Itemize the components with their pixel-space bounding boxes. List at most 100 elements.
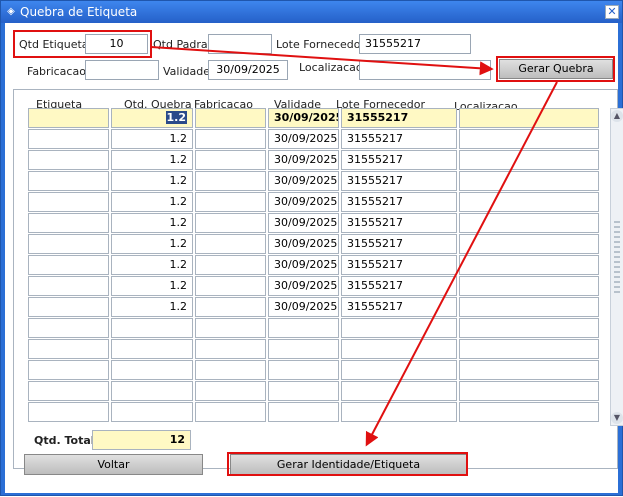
gerar-quebra-button[interactable]: Gerar Quebra xyxy=(499,59,613,79)
cell-validade[interactable]: 30/09/2025 xyxy=(268,108,339,128)
cell-validade[interactable] xyxy=(268,318,339,338)
close-icon[interactable]: ✕ xyxy=(605,5,619,19)
cell-fabricacao[interactable] xyxy=(195,276,266,296)
cell-validade[interactable]: 30/09/2025 xyxy=(268,297,339,317)
cell-lote-fornecedor[interactable]: 31555217 xyxy=(341,192,457,212)
cell-fabricacao[interactable] xyxy=(195,129,266,149)
cell-etiqueta[interactable] xyxy=(28,318,109,338)
cell-fabricacao[interactable] xyxy=(195,150,266,170)
scroll-up-icon[interactable]: ▲ xyxy=(611,110,623,122)
cell-localizacao[interactable] xyxy=(459,318,599,338)
cell-qtd-quebra[interactable]: 1.2 xyxy=(111,171,193,191)
cell-localizacao[interactable] xyxy=(459,276,599,296)
cell-qtd-quebra[interactable]: 1.2 xyxy=(111,255,193,275)
cell-fabricacao[interactable] xyxy=(195,297,266,317)
cell-qtd-quebra[interactable]: 1.2 xyxy=(111,150,193,170)
cell-localizacao[interactable] xyxy=(459,360,599,380)
cell-localizacao[interactable] xyxy=(459,255,599,275)
cell-etiqueta[interactable] xyxy=(28,276,109,296)
cell-validade[interactable]: 30/09/2025 xyxy=(268,213,339,233)
cell-lote-fornecedor[interactable]: 31555217 xyxy=(341,213,457,233)
scroll-grip[interactable] xyxy=(614,221,620,293)
cell-localizacao[interactable] xyxy=(459,171,599,191)
cell-fabricacao[interactable] xyxy=(195,339,266,359)
cell-etiqueta[interactable] xyxy=(28,402,109,422)
qtd-etiquetas-field[interactable]: 10 xyxy=(85,34,148,54)
cell-validade[interactable]: 30/09/2025 xyxy=(268,129,339,149)
cell-qtd-quebra[interactable] xyxy=(111,360,193,380)
cell-validade[interactable] xyxy=(268,360,339,380)
cell-etiqueta[interactable] xyxy=(28,255,109,275)
cell-lote-fornecedor[interactable]: 31555217 xyxy=(341,129,457,149)
cell-qtd-quebra[interactable]: 1.2 xyxy=(111,192,193,212)
qtd-padrao-field[interactable] xyxy=(208,34,272,54)
cell-localizacao[interactable] xyxy=(459,150,599,170)
cell-localizacao[interactable] xyxy=(459,381,599,401)
cell-localizacao[interactable] xyxy=(459,192,599,212)
cell-etiqueta[interactable] xyxy=(28,129,109,149)
cell-validade[interactable] xyxy=(268,339,339,359)
cell-localizacao[interactable] xyxy=(459,297,599,317)
gerar-identidade-etiqueta-button[interactable]: Gerar Identidade/Etiqueta xyxy=(230,454,467,475)
cell-lote-fornecedor[interactable] xyxy=(341,339,457,359)
localizacao-field[interactable] xyxy=(359,60,491,80)
cell-fabricacao[interactable] xyxy=(195,255,266,275)
cell-qtd-quebra[interactable]: 1.2 xyxy=(111,108,193,128)
cell-validade[interactable]: 30/09/2025 xyxy=(268,171,339,191)
cell-lote-fornecedor[interactable]: 31555217 xyxy=(341,297,457,317)
cell-localizacao[interactable] xyxy=(459,234,599,254)
cell-validade[interactable]: 30/09/2025 xyxy=(268,192,339,212)
cell-qtd-quebra[interactable] xyxy=(111,318,193,338)
cell-etiqueta[interactable] xyxy=(28,213,109,233)
cell-qtd-quebra[interactable] xyxy=(111,402,193,422)
cell-lote-fornecedor[interactable]: 31555217 xyxy=(341,276,457,296)
cell-fabricacao[interactable] xyxy=(195,192,266,212)
cell-qtd-quebra[interactable]: 1.2 xyxy=(111,297,193,317)
cell-etiqueta[interactable] xyxy=(28,171,109,191)
cell-qtd-quebra[interactable]: 1.2 xyxy=(111,234,193,254)
cell-lote-fornecedor[interactable]: 31555217 xyxy=(341,255,457,275)
cell-validade[interactable] xyxy=(268,381,339,401)
voltar-button[interactable]: Voltar xyxy=(24,454,203,475)
vertical-scrollbar[interactable]: ▲ ▼ xyxy=(610,108,623,426)
cell-etiqueta[interactable] xyxy=(28,339,109,359)
cell-fabricacao[interactable] xyxy=(195,234,266,254)
cell-validade[interactable]: 30/09/2025 xyxy=(268,234,339,254)
cell-fabricacao[interactable] xyxy=(195,381,266,401)
cell-qtd-quebra[interactable] xyxy=(111,339,193,359)
cell-etiqueta[interactable] xyxy=(28,297,109,317)
cell-validade[interactable]: 30/09/2025 xyxy=(268,150,339,170)
scroll-down-icon[interactable]: ▼ xyxy=(611,412,623,424)
cell-lote-fornecedor[interactable] xyxy=(341,360,457,380)
cell-localizacao[interactable] xyxy=(459,339,599,359)
cell-qtd-quebra[interactable]: 1.2 xyxy=(111,129,193,149)
cell-localizacao[interactable] xyxy=(459,108,599,128)
cell-lote-fornecedor[interactable]: 31555217 xyxy=(341,234,457,254)
cell-localizacao[interactable] xyxy=(459,129,599,149)
cell-validade[interactable]: 30/09/2025 xyxy=(268,276,339,296)
title-bar[interactable]: ◈ Quebra de Etiqueta ✕ xyxy=(1,1,622,23)
cell-etiqueta[interactable] xyxy=(28,234,109,254)
cell-localizacao[interactable] xyxy=(459,402,599,422)
cell-validade[interactable]: 30/09/2025 xyxy=(268,255,339,275)
cell-lote-fornecedor[interactable]: 31555217 xyxy=(341,171,457,191)
cell-etiqueta[interactable] xyxy=(28,192,109,212)
validade-field[interactable]: 30/09/2025 xyxy=(208,60,288,80)
cell-fabricacao[interactable] xyxy=(195,108,266,128)
cell-etiqueta[interactable] xyxy=(28,108,109,128)
cell-qtd-quebra[interactable]: 1.2 xyxy=(111,276,193,296)
cell-fabricacao[interactable] xyxy=(195,402,266,422)
cell-etiqueta[interactable] xyxy=(28,150,109,170)
cell-fabricacao[interactable] xyxy=(195,213,266,233)
cell-fabricacao[interactable] xyxy=(195,360,266,380)
cell-lote-fornecedor[interactable]: 31555217 xyxy=(341,108,457,128)
cell-validade[interactable] xyxy=(268,402,339,422)
cell-fabricacao[interactable] xyxy=(195,171,266,191)
cell-localizacao[interactable] xyxy=(459,213,599,233)
cell-fabricacao[interactable] xyxy=(195,318,266,338)
cell-lote-fornecedor[interactable] xyxy=(341,381,457,401)
fabricacao-field[interactable] xyxy=(85,60,159,80)
cell-lote-fornecedor[interactable] xyxy=(341,318,457,338)
cell-etiqueta[interactable] xyxy=(28,381,109,401)
cell-etiqueta[interactable] xyxy=(28,360,109,380)
